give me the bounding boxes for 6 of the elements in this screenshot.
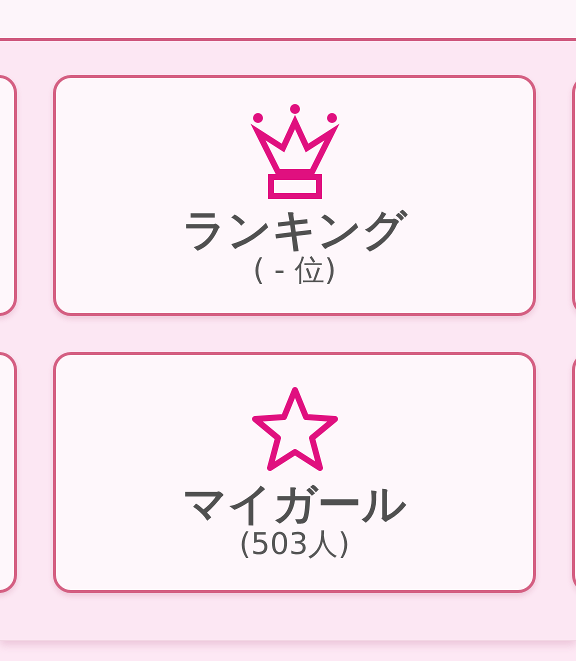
menu-card[interactable]: ランキング ( - 位)	[53, 75, 536, 316]
menu-card[interactable]: マイガール (503人)	[53, 352, 536, 593]
menu-label: ランキング	[182, 208, 407, 254]
menu-count: ( - 位)	[252, 254, 336, 288]
menu-label: マイガール	[182, 482, 406, 528]
menu-count: (503人)	[239, 528, 350, 562]
